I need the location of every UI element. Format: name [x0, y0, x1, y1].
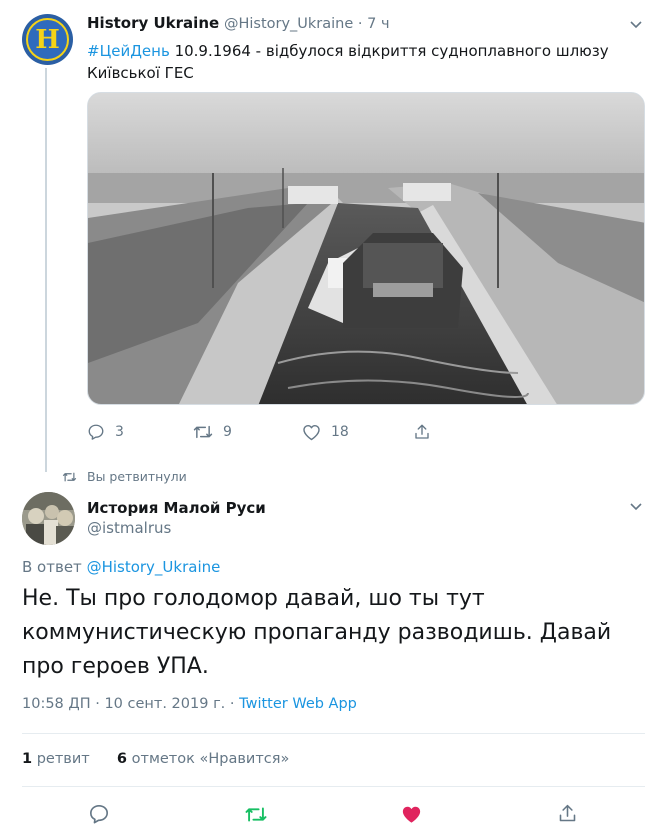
reply-context: В ответ @History_Ukraine: [22, 558, 220, 576]
divider: [22, 733, 645, 734]
tweet1-share-button[interactable]: [413, 423, 431, 441]
retweet-notice-text[interactable]: Вы ретвитнули: [87, 469, 187, 484]
tweet2-author-handle[interactable]: @istmalrus: [87, 519, 171, 537]
tweet1-header: History Ukraine @History_Ukraine · 7 ч: [87, 14, 390, 32]
tweet2-meta: 10:58 ДП · 10 сент. 2019 г. · Twitter We…: [22, 696, 357, 712]
reply-icon: [88, 424, 104, 440]
tweet2-text: Не. Ты про голодомор давай, шо ты тут ко…: [22, 586, 612, 679]
tweet1-actions: 3 9 18: [87, 423, 487, 445]
tweet1-photo[interactable]: [87, 92, 645, 405]
chevron-down-icon[interactable]: [630, 503, 642, 511]
tweet1-time-separator: ·: [353, 16, 368, 32]
divider: [22, 786, 645, 787]
meta-separator: ·: [225, 696, 240, 712]
retweet-stat-label: ретвит: [32, 751, 90, 767]
tweet1-time[interactable]: 7 ч: [367, 16, 389, 32]
retweet-notice: Вы ретвитнули: [62, 469, 187, 484]
tweet1-hashtag[interactable]: #ЦейДень: [87, 42, 170, 60]
avatar-history-ukraine[interactable]: H: [22, 14, 73, 65]
tweet1-retweet-count: 9: [223, 424, 232, 440]
tweet1-reply-count: 3: [115, 424, 124, 440]
reply-prefix: В ответ: [22, 558, 87, 576]
tweet1-like-button[interactable]: 18: [302, 423, 349, 441]
share-icon[interactable]: [557, 803, 578, 824]
like-icon[interactable]: [400, 804, 423, 824]
retweet-icon: [62, 472, 77, 481]
tweet1-like-count: 18: [331, 424, 349, 440]
thread-line: [45, 68, 47, 472]
retweet-stat-count: 1: [22, 751, 33, 767]
like-stat-count: 6: [116, 751, 128, 767]
avatar-istmalrus[interactable]: [22, 492, 75, 545]
reply-to-link[interactable]: @History_Ukraine: [87, 558, 221, 576]
tweet2-actions: [0, 800, 665, 824]
like-stat-label: отметок «Нравится»: [127, 751, 290, 767]
tweet2-author-name[interactable]: История Малой Руси: [87, 499, 266, 517]
retweet-icon[interactable]: [244, 805, 268, 824]
logo-letter-h: H: [26, 18, 69, 61]
like-icon: [303, 424, 320, 441]
avatar-photo: [22, 492, 75, 545]
like-stat[interactable]: 6 отметок «Нравится»: [117, 751, 289, 767]
tweet1-reply-button[interactable]: 3: [87, 423, 124, 441]
lock-photo-illustration: [88, 93, 644, 404]
tweet1-author-name[interactable]: History Ukraine: [87, 14, 219, 32]
tweet1-author-handle[interactable]: @History_Ukraine: [224, 16, 353, 32]
chevron-down-icon[interactable]: [630, 21, 642, 29]
retweet-icon: [193, 425, 213, 439]
tweet2-stats: 1 ретвит 6 отметок «Нравится»: [22, 751, 289, 767]
share-icon: [415, 424, 429, 439]
tweet2-source-link[interactable]: Twitter Web App: [239, 696, 357, 712]
tweet2-timestamp[interactable]: 10:58 ДП · 10 сент. 2019 г.: [22, 696, 225, 712]
retweet-stat[interactable]: 1 ретвит: [22, 751, 90, 767]
tweet1-retweet-button[interactable]: 9: [193, 423, 232, 441]
tweet1-text: #ЦейДень 10.9.1964 - відбулося відкриття…: [87, 40, 627, 84]
reply-icon[interactable]: [88, 804, 110, 824]
